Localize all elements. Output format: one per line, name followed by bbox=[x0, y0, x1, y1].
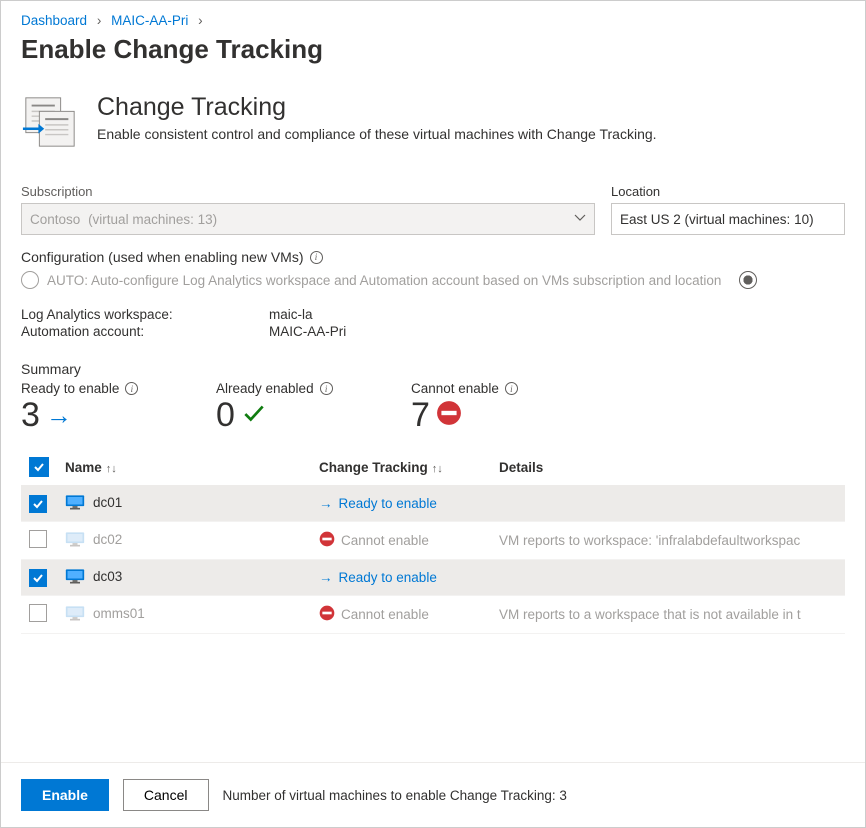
location-value: East US 2 (virtual machines: 10) bbox=[620, 212, 814, 227]
subscription-value: Contoso bbox=[30, 212, 80, 227]
col-header-details[interactable]: Details bbox=[499, 460, 543, 475]
sort-icon[interactable]: ↑↓ bbox=[106, 463, 117, 475]
hero-title: Change Tracking bbox=[97, 93, 657, 122]
vm-icon bbox=[65, 568, 85, 587]
status-ready: →Ready to enable bbox=[319, 496, 483, 511]
vm-table: Name ↑↓ Change Tracking ↑↓ Details dc01 →R… bbox=[21, 449, 845, 634]
hero-description: Enable consistent control and compliance… bbox=[97, 126, 657, 142]
vm-name: dc03 bbox=[93, 569, 122, 584]
log-analytics-workspace-label: Log Analytics workspace: bbox=[21, 307, 269, 322]
radio-auto-label: AUTO: Auto-configure Log Analytics works… bbox=[47, 273, 721, 288]
subscription-suffix: (virtual machines: 13) bbox=[88, 212, 217, 227]
col-header-change-tracking[interactable]: Change Tracking bbox=[319, 460, 428, 475]
enable-button[interactable]: Enable bbox=[21, 779, 109, 811]
summary-already-label: Already enabled bbox=[216, 381, 314, 396]
table-row[interactable]: dc02 Cannot enable VM reports to workspa… bbox=[21, 522, 845, 560]
vm-name: dc01 bbox=[93, 495, 122, 510]
check-icon bbox=[241, 396, 267, 435]
radio-auto[interactable] bbox=[21, 271, 39, 289]
hero-section: Change Tracking Enable consistent contro… bbox=[21, 93, 845, 156]
summary-cannot-value: 7 bbox=[411, 396, 430, 435]
summary-already[interactable]: Already enabled i 0 bbox=[216, 381, 411, 435]
log-analytics-workspace-value: maic-la bbox=[269, 307, 313, 322]
vm-name: omms01 bbox=[93, 606, 145, 621]
cancel-button[interactable]: Cancel bbox=[123, 779, 209, 811]
stop-icon bbox=[319, 605, 335, 624]
row-checkbox[interactable] bbox=[29, 495, 47, 513]
radio-custom[interactable] bbox=[739, 271, 757, 289]
status-cannot: Cannot enable bbox=[319, 605, 483, 624]
table-row[interactable]: dc03 →Ready to enable bbox=[21, 560, 845, 596]
status-cannot: Cannot enable bbox=[319, 531, 483, 550]
chevron-right-icon: › bbox=[198, 13, 203, 28]
info-icon[interactable]: i bbox=[125, 382, 138, 395]
subscription-dropdown[interactable]: Contoso (virtual machines: 13) bbox=[21, 203, 595, 235]
vm-icon bbox=[65, 605, 85, 624]
sort-icon[interactable]: ↑↓ bbox=[432, 463, 443, 475]
vm-name: dc02 bbox=[93, 532, 122, 547]
configuration-label: Configuration (used when enabling new VM… bbox=[21, 249, 845, 265]
page-title: Enable Change Tracking bbox=[21, 34, 845, 65]
vm-details: VM reports to a workspace that is not av… bbox=[499, 607, 801, 622]
row-checkbox[interactable] bbox=[29, 569, 47, 587]
chevron-down-icon bbox=[574, 212, 586, 227]
summary-ready[interactable]: Ready to enable i 3→ bbox=[21, 381, 216, 435]
status-ready: →Ready to enable bbox=[319, 570, 483, 585]
row-checkbox[interactable] bbox=[29, 530, 47, 548]
location-dropdown[interactable]: East US 2 (virtual machines: 10) bbox=[611, 203, 845, 235]
summary-ready-label: Ready to enable bbox=[21, 381, 119, 396]
vm-icon bbox=[65, 494, 85, 513]
col-header-name[interactable]: Name bbox=[65, 460, 102, 475]
change-tracking-icon bbox=[21, 93, 79, 156]
info-icon[interactable]: i bbox=[320, 382, 333, 395]
footer-count-text: Number of virtual machines to enable Cha… bbox=[223, 788, 567, 803]
info-icon[interactable]: i bbox=[505, 382, 518, 395]
select-all-checkbox[interactable] bbox=[29, 457, 49, 477]
summary-already-value: 0 bbox=[216, 396, 235, 435]
automation-account-value: MAIC-AA-Pri bbox=[269, 324, 346, 339]
info-icon[interactable]: i bbox=[310, 251, 323, 264]
subscription-label: Subscription bbox=[21, 184, 595, 199]
footer-bar: Enable Cancel Number of virtual machines… bbox=[1, 762, 865, 827]
chevron-right-icon: › bbox=[97, 13, 102, 28]
vm-icon bbox=[65, 531, 85, 550]
automation-account-label: Automation account: bbox=[21, 324, 269, 339]
summary-cannot-label: Cannot enable bbox=[411, 381, 499, 396]
arrow-right-icon: → bbox=[46, 400, 72, 431]
arrow-right-icon: → bbox=[319, 496, 333, 511]
vm-details: VM reports to workspace: 'infralabdefaul… bbox=[499, 533, 800, 548]
stop-icon bbox=[436, 396, 462, 435]
stop-icon bbox=[319, 531, 335, 550]
summary-title: Summary bbox=[21, 361, 845, 377]
table-row[interactable]: omms01 Cannot enable VM reports to a wor… bbox=[21, 596, 845, 634]
arrow-right-icon: → bbox=[319, 570, 333, 585]
breadcrumb-link-resource[interactable]: MAIC-AA-Pri bbox=[111, 13, 188, 28]
summary-ready-value: 3 bbox=[21, 396, 40, 435]
summary-cannot[interactable]: Cannot enable i 7 bbox=[411, 381, 606, 435]
table-row[interactable]: dc01 →Ready to enable bbox=[21, 486, 845, 522]
breadcrumb: Dashboard › MAIC-AA-Pri › bbox=[21, 13, 845, 28]
location-label: Location bbox=[611, 184, 845, 199]
breadcrumb-link-dashboard[interactable]: Dashboard bbox=[21, 13, 87, 28]
row-checkbox[interactable] bbox=[29, 604, 47, 622]
